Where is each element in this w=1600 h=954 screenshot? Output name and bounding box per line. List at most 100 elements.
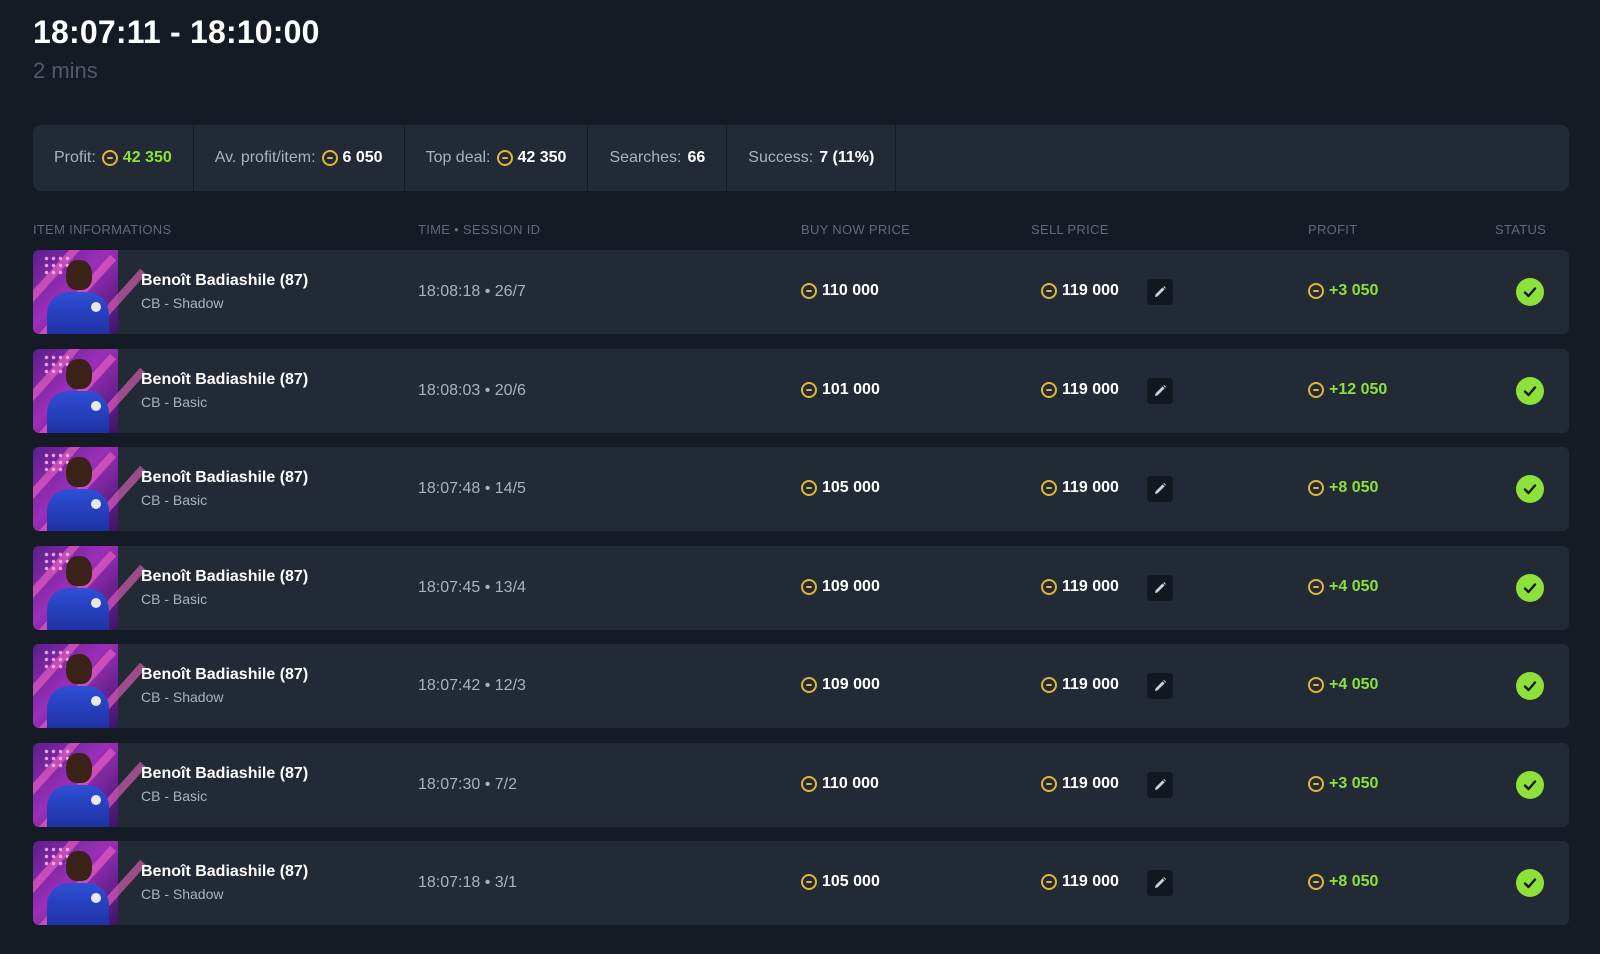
sell-price: 119 000 bbox=[1041, 282, 1119, 300]
player-position-chemistry: CB - Basic bbox=[141, 590, 208, 607]
player-position-chemistry: CB - Shadow bbox=[141, 689, 224, 705]
edit-sell-price-button[interactable] bbox=[1147, 771, 1173, 798]
status-success-icon bbox=[1516, 573, 1544, 602]
table-row[interactable]: Benoît Badiashile (87) CB - Basic 18:08:… bbox=[33, 348, 1569, 433]
stat-top-deal: Top deal: 42 350 bbox=[405, 125, 589, 191]
sell-price-value: 119 000 bbox=[1062, 577, 1119, 595]
table-row[interactable]: Benoît Badiashile (87) CB - Shadow 18:08… bbox=[33, 250, 1569, 334]
stat-searches: Searches: 66 bbox=[588, 125, 728, 191]
player-name: Benoît Badiashile (87) bbox=[141, 272, 309, 289]
edit-sell-price-button[interactable] bbox=[1147, 279, 1173, 305]
profit: +3 050 bbox=[1308, 775, 1378, 793]
coin-icon bbox=[1041, 677, 1057, 693]
pencil-icon bbox=[1155, 680, 1166, 691]
table-row[interactable]: Benoît Badiashile (87) CB - Shadow 18:07… bbox=[33, 644, 1569, 728]
table-header: ITEM INFORMATIONS TIME • SESSION ID BUY … bbox=[33, 222, 1569, 240]
coin-icon bbox=[801, 283, 817, 299]
buy-now-price-value: 109 000 bbox=[822, 577, 880, 595]
time-session-id: 18:07:48 • 14/5 bbox=[418, 480, 526, 497]
status-success-icon bbox=[1516, 770, 1544, 799]
profit-value: +8 050 bbox=[1329, 873, 1379, 890]
coin-icon bbox=[1041, 775, 1057, 792]
coin-icon bbox=[1041, 874, 1057, 890]
sell-price: 119 000 bbox=[1041, 676, 1119, 694]
edit-sell-price-button[interactable] bbox=[1147, 870, 1173, 896]
coin-icon bbox=[1308, 381, 1324, 398]
session-page: 18:07:11 - 18:10:00 2 mins Profit: 42 35… bbox=[0, 0, 1600, 954]
player-card-image bbox=[33, 644, 147, 728]
stat-profit: Profit: 42 350 bbox=[33, 125, 194, 191]
coin-icon bbox=[1041, 381, 1057, 398]
stat-average-label: Av. profit/item: bbox=[214, 149, 316, 166]
player-name: Benoît Badiashile (87) bbox=[141, 764, 309, 782]
buy-now-price: 105 000 bbox=[801, 479, 880, 497]
profit-value: +4 050 bbox=[1329, 676, 1379, 693]
buy-now-price: 101 000 bbox=[801, 381, 880, 399]
stat-searches-label: Searches: bbox=[609, 149, 682, 166]
edit-sell-price-button[interactable] bbox=[1147, 476, 1173, 502]
table-row[interactable]: Benoît Badiashile (87) CB - Basic 18:07:… bbox=[33, 447, 1569, 531]
buy-now-price: 109 000 bbox=[801, 676, 880, 694]
profit: +12 050 bbox=[1308, 381, 1387, 399]
coin-icon bbox=[801, 480, 817, 496]
status-success-icon bbox=[1516, 278, 1544, 306]
profit: +4 050 bbox=[1308, 676, 1378, 694]
pencil-icon bbox=[1155, 384, 1166, 396]
time-session-id: 18:07:30 • 7/2 bbox=[418, 775, 518, 793]
player-card-image bbox=[33, 447, 147, 531]
coin-icon bbox=[1308, 480, 1324, 496]
session-time-range: 18:07:11 - 18:10:00 bbox=[33, 14, 320, 50]
sell-price: 119 000 bbox=[1041, 775, 1119, 793]
edit-sell-price-button[interactable] bbox=[1147, 673, 1173, 699]
time-session-id: 18:08:03 • 20/6 bbox=[418, 381, 526, 399]
coin-icon bbox=[801, 578, 817, 595]
trade-list: Benoît Badiashile (87) CB - Shadow 18:08… bbox=[33, 250, 1569, 940]
buy-now-price-value: 109 000 bbox=[822, 676, 880, 693]
buy-now-price-value: 105 000 bbox=[822, 479, 880, 496]
check-icon bbox=[1523, 582, 1537, 593]
coin-icon bbox=[801, 874, 817, 890]
sell-price-value: 119 000 bbox=[1062, 479, 1119, 496]
status-success-icon bbox=[1516, 376, 1544, 405]
player-card-image bbox=[33, 545, 147, 630]
check-icon bbox=[1523, 484, 1537, 495]
time-session-id: 18:08:18 • 26/7 bbox=[418, 283, 526, 300]
stat-searches-value: 66 bbox=[687, 149, 706, 166]
player-card-image bbox=[33, 348, 147, 433]
stat-average-profit: Av. profit/item: 6 050 bbox=[194, 125, 405, 191]
pencil-icon bbox=[1155, 581, 1166, 593]
check-icon bbox=[1523, 779, 1537, 790]
coin-icon bbox=[1308, 775, 1324, 792]
table-row[interactable]: Benoît Badiashile (87) CB - Basic 18:07:… bbox=[33, 545, 1569, 630]
player-name: Benoît Badiashile (87) bbox=[141, 370, 309, 388]
pencil-icon bbox=[1155, 286, 1166, 297]
profit: +8 050 bbox=[1308, 479, 1378, 497]
sell-price-value: 119 000 bbox=[1062, 282, 1119, 299]
column-header-buy: BUY NOW PRICE bbox=[801, 222, 911, 237]
coin-icon bbox=[1308, 677, 1324, 693]
edit-sell-price-button[interactable] bbox=[1147, 574, 1173, 601]
check-icon bbox=[1523, 681, 1537, 692]
sell-price: 119 000 bbox=[1041, 381, 1119, 399]
coin-icon bbox=[1308, 283, 1324, 299]
sell-price-value: 119 000 bbox=[1062, 873, 1119, 890]
table-row[interactable]: Benoît Badiashile (87) CB - Shadow 18:07… bbox=[33, 841, 1569, 925]
stat-top-deal-value: 42 350 bbox=[517, 149, 567, 166]
column-header-sell: SELL PRICE bbox=[1031, 222, 1109, 237]
sell-price: 119 000 bbox=[1041, 873, 1119, 891]
coin-icon bbox=[801, 775, 817, 792]
buy-now-price: 110 000 bbox=[801, 282, 879, 300]
stat-success-value: 7 (11%) bbox=[819, 149, 875, 166]
column-header-status: STATUS bbox=[1495, 222, 1547, 237]
player-position-chemistry: CB - Basic bbox=[141, 787, 208, 804]
profit-value: +8 050 bbox=[1329, 479, 1379, 496]
session-duration: 2 mins bbox=[33, 58, 98, 83]
profit-value: +3 050 bbox=[1329, 774, 1379, 792]
player-card-image bbox=[33, 742, 147, 827]
player-name: Benoît Badiashile (87) bbox=[141, 863, 309, 880]
coin-icon bbox=[1308, 578, 1324, 595]
column-header-time: TIME • SESSION ID bbox=[418, 222, 541, 237]
table-row[interactable]: Benoît Badiashile (87) CB - Basic 18:07:… bbox=[33, 742, 1569, 827]
buy-now-price-value: 110 000 bbox=[822, 774, 879, 792]
edit-sell-price-button[interactable] bbox=[1147, 377, 1173, 404]
